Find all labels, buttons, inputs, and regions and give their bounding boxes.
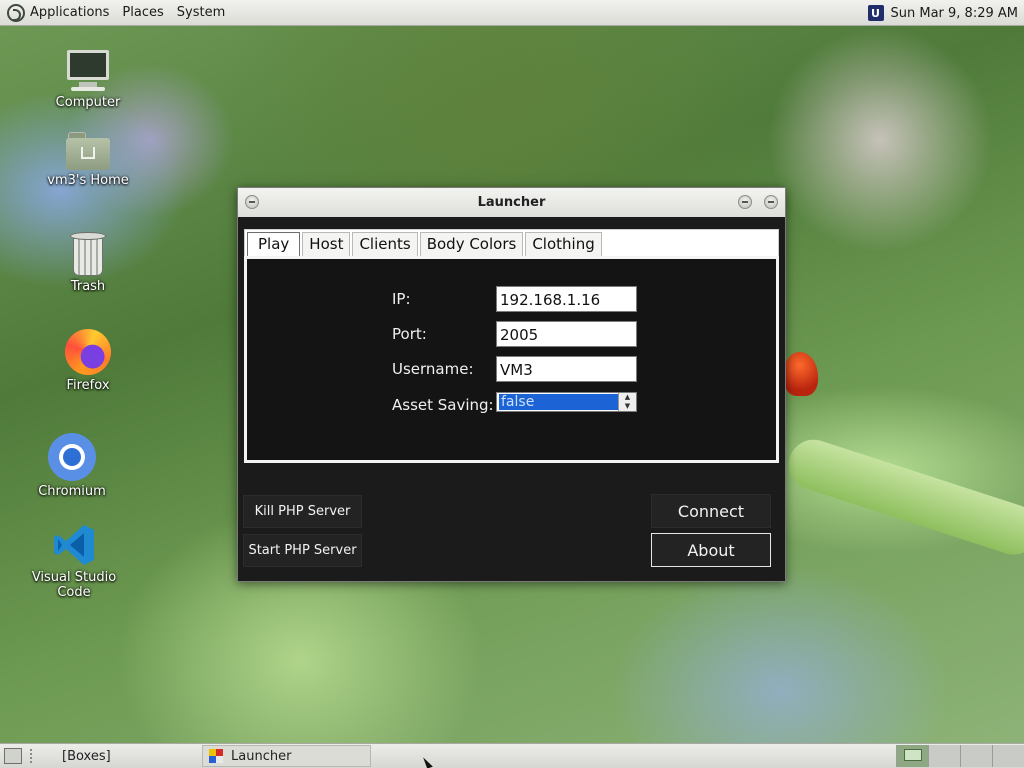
port-field[interactable] <box>496 321 637 347</box>
tab-clothing[interactable]: Clothing <box>525 232 602 256</box>
desktop-icon-label: Chromium <box>38 484 106 499</box>
ip-field[interactable] <box>496 286 637 312</box>
desktop-icon-trash[interactable]: Trash <box>28 232 148 294</box>
panel-grip[interactable] <box>30 749 33 763</box>
tab-clients[interactable]: Clients <box>352 232 418 256</box>
tab-body-colors[interactable]: Body Colors <box>419 232 524 256</box>
wallpaper-grass-stem <box>782 433 1024 562</box>
port-label: Port: <box>392 325 427 343</box>
chromium-icon <box>48 433 96 481</box>
distro-logo-icon[interactable] <box>7 3 25 22</box>
workspace-1[interactable] <box>896 745 928 767</box>
minimize-button[interactable] <box>738 195 752 209</box>
tab-play[interactable]: Play <box>247 232 301 256</box>
desktop-icon-chromium[interactable]: Chromium <box>12 433 132 499</box>
menu-system[interactable]: System <box>177 5 225 20</box>
spin-up-icon[interactable]: ▲ <box>619 393 636 402</box>
tab-host[interactable]: Host <box>302 232 351 256</box>
about-button[interactable]: About <box>651 533 771 567</box>
desktop-icon-label: Trash <box>70 279 106 294</box>
show-desktop-icon[interactable] <box>4 748 22 764</box>
computer-icon <box>65 48 111 92</box>
desktop-icon-computer[interactable]: Computer <box>28 48 148 110</box>
taskbar-item-label: [Boxes] <box>62 748 111 764</box>
asset-saving-label: Asset Saving: <box>392 396 494 414</box>
spin-down-icon[interactable]: ▼ <box>619 402 636 411</box>
spin-arrows[interactable]: ▲ ▼ <box>618 393 636 411</box>
firefox-icon <box>65 329 111 375</box>
window-title: Launcher <box>477 195 546 210</box>
desktop-icon-label: Visual Studio Code <box>31 570 117 600</box>
username-field[interactable] <box>496 356 637 382</box>
kill-php-server-button[interactable]: Kill PHP Server <box>243 495 362 528</box>
launcher-window: Launcher Play Host Clients Body Colors C… <box>237 187 786 582</box>
launcher-app-icon <box>209 749 223 763</box>
desktop-icon-firefox[interactable]: Firefox <box>28 329 148 393</box>
start-php-server-button[interactable]: Start PHP Server <box>243 534 362 567</box>
workspace-switcher <box>896 745 1024 767</box>
desktop-icon-label: Computer <box>55 95 121 110</box>
tab-widget: Play Host Clients Body Colors Clothing I… <box>244 229 779 463</box>
update-indicator-icon[interactable]: U <box>867 5 884 21</box>
workspace-4[interactable] <box>992 745 1024 767</box>
home-folder-icon <box>66 132 110 170</box>
window-menu-button[interactable] <box>245 195 259 209</box>
desktop-icon-vscode[interactable]: Visual Studio Code <box>14 523 134 600</box>
bottom-panel: [Boxes] Launcher <box>0 743 1024 768</box>
workspace-3[interactable] <box>960 745 992 767</box>
desktop-icon-label: Firefox <box>66 378 110 393</box>
connect-button[interactable]: Connect <box>651 494 771 528</box>
desktop-icon-home[interactable]: vm3's Home <box>28 132 148 188</box>
desktop-icon-label: vm3's Home <box>47 173 129 188</box>
window-titlebar[interactable]: Launcher <box>238 188 785 217</box>
play-tab-panel: IP: Port: Username: Asset Saving: false … <box>244 256 779 463</box>
asset-saving-value[interactable]: false <box>499 394 619 410</box>
taskbar-item-launcher[interactable]: Launcher <box>202 745 371 767</box>
ip-label: IP: <box>392 290 411 308</box>
username-label: Username: <box>392 360 474 378</box>
wallpaper-ladybug <box>784 352 818 396</box>
menu-applications[interactable]: Applications <box>30 5 109 20</box>
vscode-icon <box>52 523 96 567</box>
taskbar-item-boxes[interactable]: [Boxes] <box>40 745 198 767</box>
workspace-2[interactable] <box>928 745 960 767</box>
top-panel-tray: U Sun Mar 9, 8:29 AM <box>867 0 1019 26</box>
trash-icon <box>70 232 106 276</box>
asset-saving-spinbox[interactable]: false ▲ ▼ <box>496 392 637 412</box>
menu-places[interactable]: Places <box>122 5 163 20</box>
clock[interactable]: Sun Mar 9, 8:29 AM <box>891 6 1019 21</box>
taskbar-item-label: Launcher <box>231 748 292 764</box>
tab-bar: Play Host Clients Body Colors Clothing <box>244 229 779 256</box>
top-panel: Applications Places System U Sun Mar 9, … <box>0 0 1024 26</box>
maximize-button[interactable] <box>764 195 778 209</box>
